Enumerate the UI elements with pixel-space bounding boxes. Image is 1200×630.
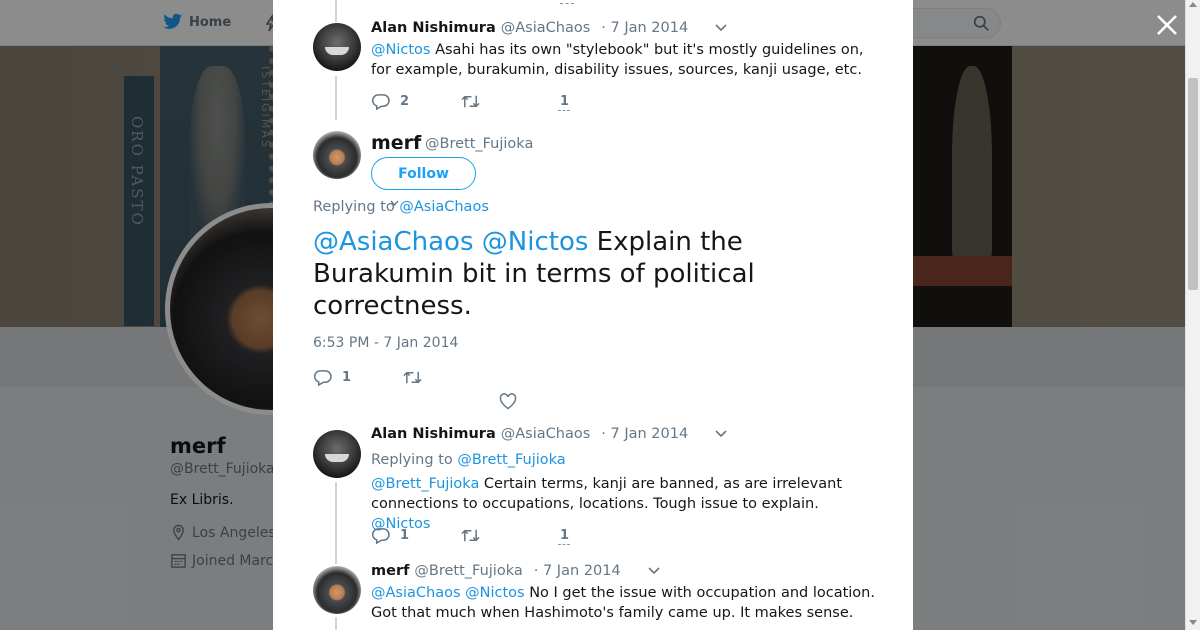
avatar[interactable]: [313, 566, 361, 614]
tweet-date[interactable]: · 7 Jan 2014: [601, 20, 688, 36]
follow-button[interactable]: Follow: [371, 157, 476, 190]
scroll-up-arrow[interactable]: [1189, 2, 1197, 7]
reply-icon: [371, 94, 390, 110]
retweet-icon: [461, 529, 480, 542]
replying-to-link[interactable]: @AsiaChaos: [399, 199, 489, 215]
reply-button[interactable]: 1: [313, 369, 403, 386]
chevron-down-icon[interactable]: [390, 200, 399, 206]
replying-to-link[interactable]: @Brett_Fujioka: [457, 452, 565, 468]
tweet-date[interactable]: · 7 Jan 2014: [534, 563, 621, 579]
replying-to: Replying to @AsiaChaos: [313, 199, 489, 215]
mention-link[interactable]: @Brett_Fujioka: [371, 476, 479, 492]
like-count[interactable]: 1: [557, 528, 571, 545]
mention-link[interactable]: @Nictos: [371, 42, 430, 58]
reply-icon: [371, 528, 390, 544]
avatar[interactable]: [313, 23, 361, 71]
tweet-text: @Brett_Fujioka Certain terms, kanji are …: [371, 476, 843, 532]
replying-to: Replying to @Brett_Fujioka: [371, 452, 566, 468]
scroll-thumb[interactable]: [1188, 78, 1198, 290]
like-icon[interactable]: [499, 393, 517, 410]
tweet-author-name[interactable]: Alan Nishimura: [371, 20, 496, 36]
like-count[interactable]: 1: [557, 94, 571, 111]
tweet-author-handle[interactable]: @AsiaChaos: [501, 20, 591, 36]
chevron-down-icon[interactable]: [715, 430, 727, 438]
main-tweet-text: @AsiaChaos @Nictos Explain the Burakumin…: [313, 227, 755, 321]
chevron-down-icon[interactable]: [715, 24, 727, 32]
tweet-timestamp[interactable]: 6:53 PM - 7 Jan 2014: [313, 335, 458, 351]
retweet-button[interactable]: [461, 527, 551, 544]
thread-line: [335, 0, 337, 22]
avatar[interactable]: [313, 131, 361, 179]
tweet-author-handle[interactable]: @Brett_Fujioka: [414, 563, 522, 579]
avatar[interactable]: [313, 430, 361, 478]
reply-button[interactable]: 2: [371, 93, 461, 110]
tweet-text: @Nictos Asahi has its own "stylebook" bu…: [371, 42, 864, 78]
close-icon[interactable]: [1154, 12, 1180, 38]
reply-count: 1: [400, 528, 410, 543]
retweet-button[interactable]: [403, 369, 493, 386]
page-scrollbar[interactable]: [1185, 0, 1200, 630]
mention-link[interactable]: @AsiaChaos: [371, 585, 461, 601]
tweet-author-handle[interactable]: @Brett_Fujioka: [425, 136, 533, 152]
mention-link[interactable]: @Nictos: [482, 227, 589, 257]
scroll-down-arrow[interactable]: [1189, 620, 1197, 625]
tweet-author-name[interactable]: merf: [371, 132, 421, 154]
tweet-text: @AsiaChaos @Nictos No I get the issue wi…: [371, 585, 875, 621]
reply-button[interactable]: 1: [371, 527, 461, 544]
tweet-author-name[interactable]: merf: [371, 563, 409, 579]
retweet-button[interactable]: [461, 93, 551, 110]
chevron-down-icon[interactable]: [648, 567, 660, 575]
thread-line: [335, 76, 337, 120]
tweet-date[interactable]: · 7 Jan 2014: [601, 426, 688, 442]
tweet-modal: Alan Nishimura @AsiaChaos · 7 Jan 2014 @…: [273, 0, 913, 630]
retweet-icon: [403, 371, 422, 384]
reply-icon: [313, 370, 332, 386]
tweet-author-handle[interactable]: @AsiaChaos: [501, 426, 591, 442]
mention-link[interactable]: @Nictos: [465, 585, 524, 601]
thread-line: [335, 617, 337, 630]
tweet-author-name[interactable]: Alan Nishimura: [371, 426, 496, 442]
retweet-icon: [461, 95, 480, 108]
reply-count: 1: [342, 370, 352, 385]
thread-line: [335, 482, 337, 564]
reply-count: 2: [400, 94, 410, 109]
mention-link[interactable]: @AsiaChaos: [313, 227, 474, 257]
